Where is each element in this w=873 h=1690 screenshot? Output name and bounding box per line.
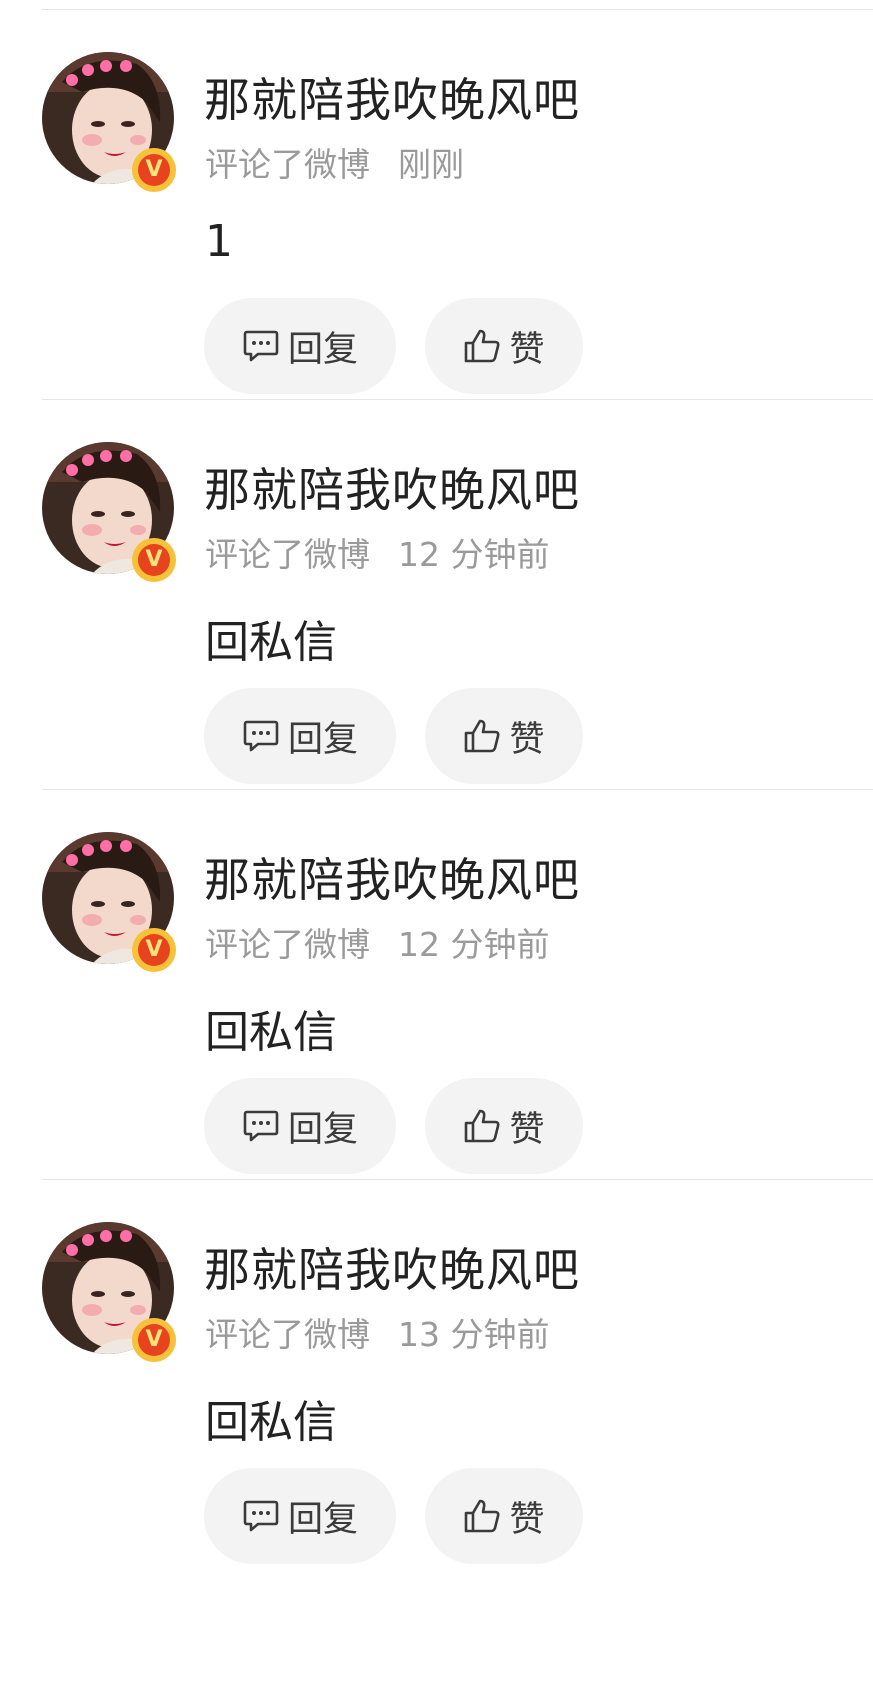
comment-bubble-icon — [242, 1108, 280, 1144]
comment-text[interactable]: 回私信 — [205, 996, 337, 1060]
reply-label: 回复 — [287, 329, 358, 370]
comment-bubble-icon — [242, 1498, 280, 1534]
reply-label: 回复 — [287, 1109, 358, 1150]
like-button[interactable]: 赞 — [425, 298, 583, 394]
thumbs-up-icon — [463, 718, 501, 754]
username[interactable]: 那就陪我吹晚风吧 — [204, 454, 580, 520]
verified-v-icon: V — [132, 928, 176, 972]
like-label: 赞 — [509, 1499, 545, 1540]
username[interactable]: 那就陪我吹晚风吧 — [204, 844, 580, 910]
comment-text[interactable]: 回私信 — [205, 606, 337, 670]
timestamp: 13 分钟前 — [398, 1315, 550, 1354]
reply-button[interactable]: 回复 — [204, 1078, 396, 1174]
comment-item[interactable]: V 那就陪我吹晚风吧 评论了微博 12 分钟前 回私信 回复 赞 — [0, 400, 873, 821]
comment-text[interactable]: 回私信 — [205, 1386, 337, 1450]
action-text: 评论了微博 — [205, 535, 370, 574]
action-text: 评论了微博 — [205, 925, 370, 964]
meta-line: 评论了微博 13 分钟前 — [205, 1308, 549, 1356]
like-label: 赞 — [509, 329, 545, 370]
comment-item[interactable]: V 那就陪我吹晚风吧 评论了微博 13 分钟前 回私信 回复 赞 — [0, 1180, 873, 1601]
like-label: 赞 — [509, 1109, 545, 1150]
like-label: 赞 — [509, 719, 545, 760]
thumbs-up-icon — [463, 1498, 501, 1534]
timestamp: 刚刚 — [398, 145, 464, 184]
reply-button[interactable]: 回复 — [204, 688, 396, 784]
reply-button[interactable]: 回复 — [204, 298, 396, 394]
comment-item[interactable]: V 那就陪我吹晚风吧 评论了微博 12 分钟前 回私信 回复 赞 — [0, 790, 873, 1211]
comment-bubble-icon — [242, 718, 280, 754]
timestamp: 12 分钟前 — [398, 925, 550, 964]
meta-line: 评论了微博 12 分钟前 — [205, 528, 549, 576]
like-button[interactable]: 赞 — [425, 1468, 583, 1564]
verified-v-icon: V — [132, 148, 176, 192]
username[interactable]: 那就陪我吹晚风吧 — [204, 1234, 580, 1300]
like-button[interactable]: 赞 — [425, 1078, 583, 1174]
thumbs-up-icon — [463, 1108, 501, 1144]
comment-item[interactable]: V 那就陪我吹晚风吧 评论了微博 刚刚 1 回复 赞 — [0, 10, 873, 431]
verified-v-icon: V — [132, 538, 176, 582]
comment-text[interactable]: 1 — [205, 216, 233, 267]
thumbs-up-icon — [463, 328, 501, 364]
verified-v-icon: V — [132, 1318, 176, 1362]
like-button[interactable]: 赞 — [425, 688, 583, 784]
reply-button[interactable]: 回复 — [204, 1468, 396, 1564]
action-text: 评论了微博 — [205, 145, 370, 184]
username[interactable]: 那就陪我吹晚风吧 — [204, 64, 580, 130]
meta-line: 评论了微博 刚刚 — [205, 138, 464, 186]
comment-bubble-icon — [242, 328, 280, 364]
reply-label: 回复 — [287, 1499, 358, 1540]
meta-line: 评论了微博 12 分钟前 — [205, 918, 549, 966]
action-text: 评论了微博 — [205, 1315, 370, 1354]
timestamp: 12 分钟前 — [398, 535, 550, 574]
reply-label: 回复 — [287, 719, 358, 760]
